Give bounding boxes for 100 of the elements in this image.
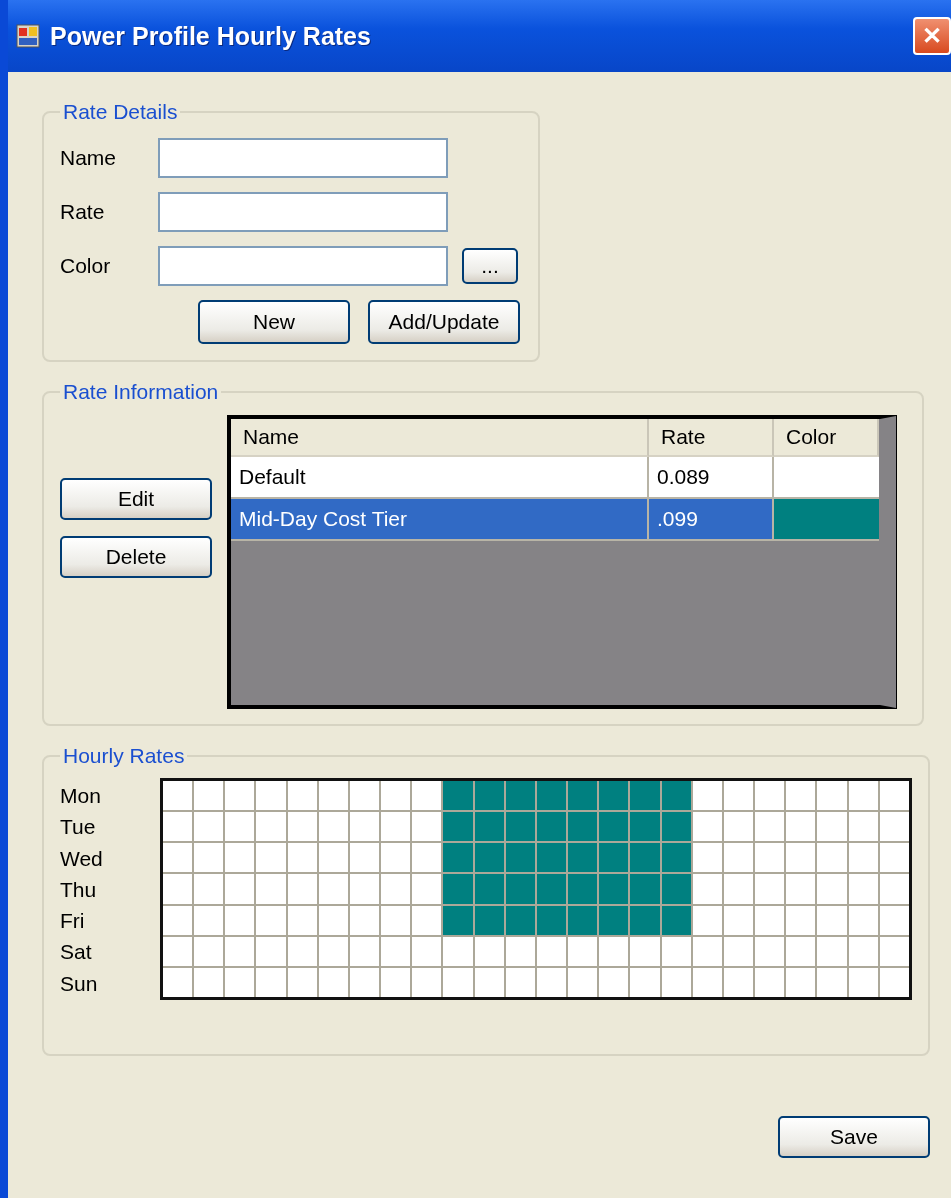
grid-cell[interactable] bbox=[350, 843, 380, 873]
grid-cell[interactable] bbox=[225, 936, 255, 966]
grid-cell[interactable] bbox=[599, 905, 629, 935]
grid-cell[interactable] bbox=[692, 843, 722, 873]
grid-cell[interactable] bbox=[163, 874, 193, 904]
grid-cell[interactable] bbox=[318, 905, 348, 935]
grid-cell[interactable] bbox=[786, 874, 816, 904]
grid-cell[interactable] bbox=[568, 905, 598, 935]
grid-cell[interactable] bbox=[318, 843, 348, 873]
grid-cell[interactable] bbox=[443, 812, 473, 842]
grid-cell[interactable] bbox=[848, 843, 878, 873]
grid-cell[interactable] bbox=[630, 936, 660, 966]
grid-cell[interactable] bbox=[661, 905, 691, 935]
grid-cell[interactable] bbox=[661, 874, 691, 904]
grid-cell[interactable] bbox=[287, 781, 317, 811]
save-button[interactable]: Save bbox=[778, 1116, 930, 1158]
grid-cell[interactable] bbox=[225, 874, 255, 904]
grid-cell[interactable] bbox=[848, 874, 878, 904]
grid-cell[interactable] bbox=[786, 843, 816, 873]
grid-cell[interactable] bbox=[786, 781, 816, 811]
grid-cell[interactable] bbox=[786, 936, 816, 966]
grid-cell[interactable] bbox=[879, 905, 909, 935]
grid-cell[interactable] bbox=[630, 812, 660, 842]
grid-cell[interactable] bbox=[318, 936, 348, 966]
grid-cell[interactable] bbox=[381, 905, 411, 935]
grid-cell[interactable] bbox=[755, 812, 785, 842]
grid-cell[interactable] bbox=[630, 843, 660, 873]
grid-cell[interactable] bbox=[724, 843, 754, 873]
column-header[interactable]: Name bbox=[231, 419, 649, 457]
grid-cell[interactable] bbox=[692, 967, 722, 997]
grid-cell[interactable] bbox=[537, 812, 567, 842]
input-field[interactable] bbox=[158, 192, 448, 232]
grid-cell[interactable] bbox=[817, 967, 847, 997]
grid-cell[interactable] bbox=[412, 967, 442, 997]
input-field[interactable] bbox=[158, 138, 448, 178]
grid-cell[interactable] bbox=[163, 936, 193, 966]
grid-cell[interactable] bbox=[412, 905, 442, 935]
grid-cell[interactable] bbox=[692, 812, 722, 842]
grid-cell[interactable] bbox=[568, 781, 598, 811]
grid-cell[interactable] bbox=[599, 936, 629, 966]
grid-cell[interactable] bbox=[692, 781, 722, 811]
column-header[interactable]: Color bbox=[774, 419, 879, 457]
grid-cell[interactable] bbox=[381, 967, 411, 997]
action-button[interactable]: Add/Update bbox=[368, 300, 520, 344]
grid-cell[interactable] bbox=[505, 905, 535, 935]
grid-cell[interactable] bbox=[474, 812, 504, 842]
grid-cell[interactable] bbox=[381, 812, 411, 842]
grid-cell[interactable] bbox=[256, 843, 286, 873]
grid-cell[interactable] bbox=[817, 905, 847, 935]
grid-cell[interactable] bbox=[474, 936, 504, 966]
grid-cell[interactable] bbox=[287, 843, 317, 873]
grid-cell[interactable] bbox=[848, 967, 878, 997]
grid-cell[interactable] bbox=[412, 936, 442, 966]
grid-cell[interactable] bbox=[287, 874, 317, 904]
grid-cell[interactable] bbox=[350, 967, 380, 997]
grid-cell[interactable] bbox=[412, 781, 442, 811]
grid-cell[interactable] bbox=[661, 843, 691, 873]
grid-cell[interactable] bbox=[568, 936, 598, 966]
grid-cell[interactable] bbox=[879, 781, 909, 811]
grid-cell[interactable] bbox=[256, 781, 286, 811]
grid-cell[interactable] bbox=[755, 781, 785, 811]
grid-cell[interactable] bbox=[817, 812, 847, 842]
grid-cell[interactable] bbox=[225, 905, 255, 935]
grid-cell[interactable] bbox=[755, 843, 785, 873]
grid-cell[interactable] bbox=[661, 936, 691, 966]
grid-cell[interactable] bbox=[879, 936, 909, 966]
grid-cell[interactable] bbox=[568, 967, 598, 997]
grid-cell[interactable] bbox=[194, 843, 224, 873]
grid-cell[interactable] bbox=[350, 781, 380, 811]
grid-cell[interactable] bbox=[630, 905, 660, 935]
grid-cell[interactable] bbox=[568, 874, 598, 904]
grid-cell[interactable] bbox=[163, 843, 193, 873]
grid-cell[interactable] bbox=[786, 812, 816, 842]
grid-cell[interactable] bbox=[443, 781, 473, 811]
grid-cell[interactable] bbox=[256, 812, 286, 842]
input-field[interactable] bbox=[158, 246, 448, 286]
grid-cell[interactable] bbox=[350, 874, 380, 904]
grid-cell[interactable] bbox=[474, 843, 504, 873]
grid-cell[interactable] bbox=[755, 967, 785, 997]
grid-cell[interactable] bbox=[661, 781, 691, 811]
grid-cell[interactable] bbox=[225, 781, 255, 811]
grid-cell[interactable] bbox=[817, 874, 847, 904]
grid-cell[interactable] bbox=[879, 812, 909, 842]
grid-cell[interactable] bbox=[599, 967, 629, 997]
grid-cell[interactable] bbox=[381, 936, 411, 966]
grid-cell[interactable] bbox=[724, 936, 754, 966]
grid-cell[interactable] bbox=[568, 812, 598, 842]
grid-cell[interactable] bbox=[505, 781, 535, 811]
grid-cell[interactable] bbox=[256, 905, 286, 935]
grid-cell[interactable] bbox=[443, 967, 473, 997]
grid-cell[interactable] bbox=[350, 905, 380, 935]
grid-cell[interactable] bbox=[505, 936, 535, 966]
grid-cell[interactable] bbox=[318, 874, 348, 904]
grid-cell[interactable] bbox=[381, 843, 411, 873]
grid-cell[interactable] bbox=[879, 967, 909, 997]
grid-cell[interactable] bbox=[163, 812, 193, 842]
grid-cell[interactable] bbox=[848, 781, 878, 811]
grid-cell[interactable] bbox=[786, 967, 816, 997]
grid-cell[interactable] bbox=[256, 936, 286, 966]
grid-cell[interactable] bbox=[443, 874, 473, 904]
